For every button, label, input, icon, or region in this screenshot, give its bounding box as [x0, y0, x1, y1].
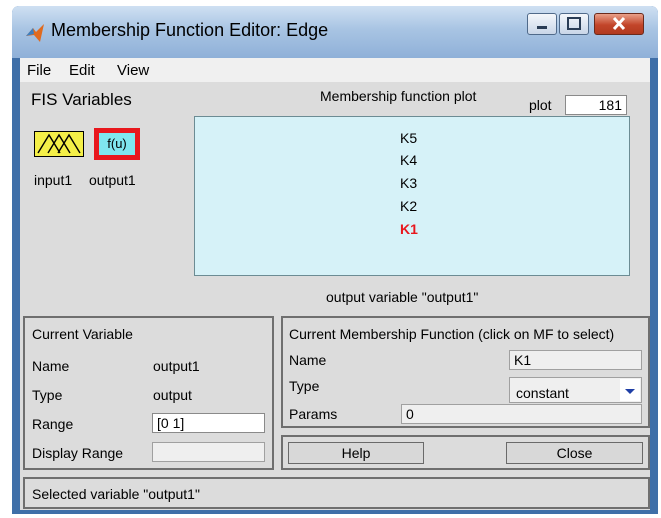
mf-type-dropdown-button[interactable]: [620, 379, 640, 401]
close-window-button[interactable]: [594, 13, 644, 35]
minimize-icon: [537, 26, 547, 29]
chevron-down-icon: [625, 389, 635, 394]
output-variable-block[interactable]: f(u): [94, 128, 140, 160]
output-variable-label: output1: [89, 172, 136, 188]
display-range-input[interactable]: [152, 442, 265, 462]
mf-label-k2[interactable]: K2: [400, 198, 417, 214]
plot-title: Membership function plot: [320, 88, 477, 104]
menu-edit[interactable]: Edit: [69, 62, 95, 79]
mf-type-select[interactable]: constant: [509, 377, 642, 403]
current-variable-heading: Current Variable: [32, 326, 133, 342]
variable-type-value: output: [153, 387, 192, 403]
variable-name-label: Name: [32, 358, 70, 374]
mf-label-k4[interactable]: K4: [400, 152, 417, 168]
plot-caption: output variable "output1": [326, 289, 479, 305]
help-button[interactable]: Help: [288, 442, 424, 464]
variable-range-input[interactable]: [0 1]: [152, 413, 265, 433]
mf-label-k1-selected[interactable]: K1: [400, 221, 418, 237]
matlab-icon: [26, 24, 44, 42]
function-icon: f(u): [99, 133, 135, 155]
mf-params-input[interactable]: 0: [401, 404, 642, 424]
menu-file[interactable]: File: [27, 62, 51, 79]
status-text: Selected variable "output1": [32, 486, 200, 502]
mf-type-value: constant: [516, 385, 569, 401]
window-title: Membership Function Editor: Edge: [51, 20, 329, 40]
display-range-label: Display Range: [32, 445, 124, 461]
mf-label-k5[interactable]: K5: [400, 130, 417, 146]
menu-bar: [20, 58, 650, 82]
variable-name-value: output1: [153, 358, 200, 374]
maximize-icon: [567, 17, 581, 30]
variable-range-label: Range: [32, 416, 74, 432]
fis-variables-heading: FIS Variables: [31, 90, 132, 109]
input-variable-label: input1: [34, 172, 73, 188]
close-button[interactable]: Close: [506, 442, 643, 464]
menu-view[interactable]: View: [117, 62, 149, 79]
close-icon: [612, 16, 626, 31]
mf-name-label: Name: [289, 352, 327, 368]
plot-points-input[interactable]: 181: [565, 95, 627, 115]
mf-label-k3[interactable]: K3: [400, 175, 417, 191]
mf-type-label: Type: [289, 378, 320, 394]
membership-triangles-icon: [37, 133, 81, 154]
input-variable-block[interactable]: [34, 131, 84, 157]
plot-points-label: plot: [529, 97, 552, 113]
current-mf-heading: Current Membership Function (click on MF…: [289, 326, 615, 342]
variable-type-label: Type: [32, 387, 63, 403]
maximize-button[interactable]: [559, 13, 589, 35]
minimize-button[interactable]: [527, 13, 557, 35]
mf-params-label: Params: [289, 406, 338, 422]
mf-name-input[interactable]: K1: [509, 350, 642, 370]
